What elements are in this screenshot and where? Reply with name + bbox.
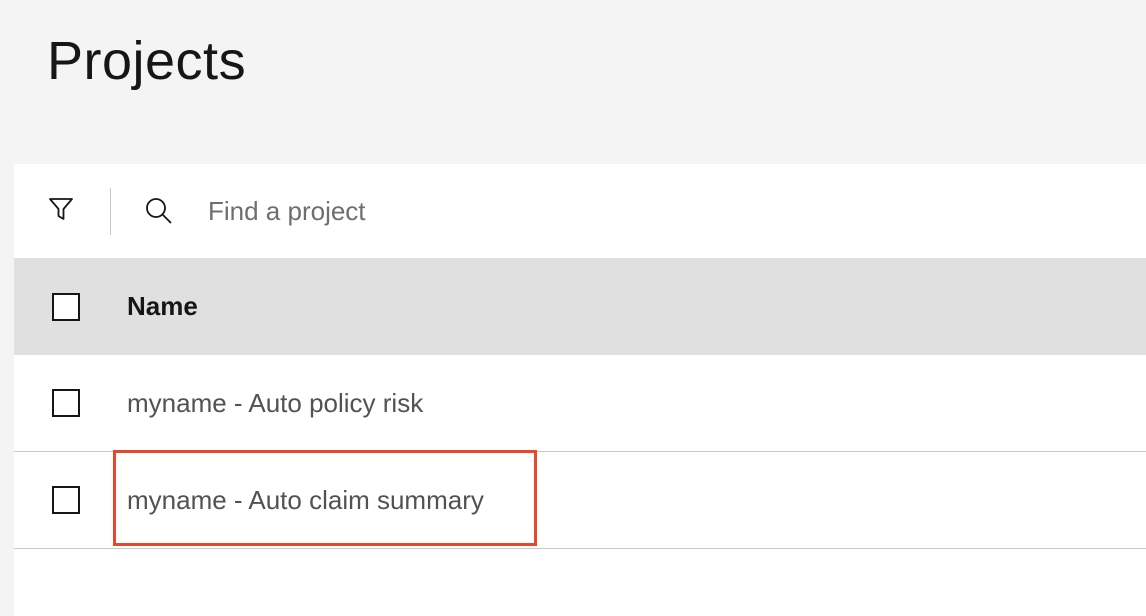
project-name-link[interactable]: myname - Auto claim summary [127, 482, 484, 518]
table-toolbar [14, 164, 1146, 258]
select-all-checkbox[interactable] [52, 293, 80, 321]
table-row[interactable]: myname - Auto policy risk [14, 355, 1146, 452]
table-row[interactable]: myname - Auto claim summary [14, 452, 1146, 549]
row-checkbox[interactable] [52, 486, 80, 514]
row-checkbox[interactable] [52, 389, 80, 417]
search-input[interactable] [208, 188, 1126, 234]
column-header-name[interactable]: Name [127, 288, 198, 324]
toolbar-divider [110, 188, 111, 235]
projects-table-panel: Name myname - Auto policy risk myname - … [14, 164, 1146, 616]
page-title: Projects [47, 31, 247, 91]
table-header: Name [14, 258, 1146, 355]
filter-icon [47, 195, 75, 228]
search-icon [142, 194, 176, 228]
filter-button[interactable] [36, 187, 86, 235]
project-name-link[interactable]: myname - Auto policy risk [127, 385, 423, 421]
